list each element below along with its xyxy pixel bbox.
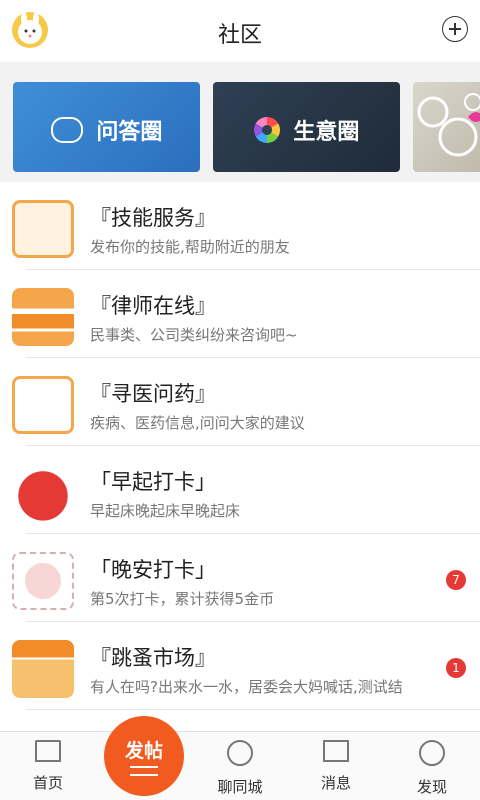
tab-label: 消息	[320, 774, 351, 792]
tab-home[interactable]: 首页	[8, 740, 88, 793]
books-icon	[12, 288, 74, 346]
tab-label: 聊同城	[217, 778, 263, 796]
shop-icon	[12, 640, 74, 698]
banner-carousel[interactable]: 问答圈 生意圈	[0, 62, 480, 182]
list-item-night-checkin[interactable]: 「晚安打卡」 第5次打卡，累计获得5金币 7	[0, 534, 480, 622]
list-item-flea-market[interactable]: 『跳蚤市场』 有人在吗?出来水一水，居委会大妈喊话,测试结 1	[0, 622, 480, 710]
home-icon	[35, 740, 61, 762]
banner-label: 生意圈	[293, 120, 360, 145]
decor-image	[417, 93, 480, 157]
item-desc: 发布你的技能,帮助附近的朋友	[90, 238, 290, 256]
banner-business-circle[interactable]: 生意圈	[213, 82, 400, 172]
banner-decor[interactable]	[413, 82, 480, 172]
red-bird-icon	[12, 464, 74, 522]
item-title: 「晚安打卡」	[90, 558, 216, 582]
chat-bubble-icon	[50, 117, 83, 143]
bottom-tab-bar: 首页 聊同城 消息 发现	[0, 731, 480, 800]
menu-lines-icon	[130, 766, 158, 776]
item-title: 『技能服务』	[90, 206, 216, 230]
list-item-skill-service[interactable]: 『技能服务』 发布你的技能,帮助附近的朋友	[0, 182, 480, 270]
tab-discover[interactable]: 发现	[392, 740, 472, 797]
item-title: 「早起打卡」	[90, 470, 216, 494]
compass-icon	[419, 740, 445, 766]
medicine-icon	[12, 376, 74, 434]
list-item-early-checkin[interactable]: 「早起打卡」 早起床晚起床早晚起床	[0, 446, 480, 534]
tab-label: 发现	[416, 778, 447, 796]
item-title: 『跳蚤市场』	[90, 646, 216, 670]
mail-icon	[323, 740, 349, 762]
color-wheel-icon	[253, 117, 280, 143]
tab-messages[interactable]: 消息	[296, 740, 376, 793]
tab-label: 首页	[32, 774, 63, 792]
plus-circle-icon[interactable]	[442, 16, 468, 42]
item-desc: 早起床晚起床早晚起床	[90, 502, 241, 520]
item-desc: 疾病、医药信息,问问大家的建议	[90, 414, 305, 432]
banner-qa-circle[interactable]: 问答圈	[13, 82, 200, 172]
page-title: 社区	[217, 23, 262, 48]
list-item-medical[interactable]: 『寻医问药』 疾病、医药信息,问问大家的建议	[0, 358, 480, 446]
item-desc: 民事类、公司类纠纷来咨询吧~	[90, 326, 298, 344]
city-chat-icon	[227, 740, 253, 766]
unread-badge: 1	[446, 658, 466, 678]
top-bar: 社区	[0, 0, 480, 62]
item-desc: 有人在吗?出来水一水，居委会大妈喊话,测试结	[90, 678, 403, 696]
bowtie-shirt-icon	[12, 200, 74, 258]
banner-label: 问答圈	[96, 120, 163, 145]
item-title: 『寻医问药』	[90, 382, 216, 406]
tab-city-chat[interactable]: 聊同城	[200, 740, 280, 797]
list-item-lawyer-online[interactable]: 『律师在线』 民事类、公司类纠纷来咨询吧~	[0, 270, 480, 358]
item-desc: 第5次打卡，累计获得5金币	[90, 590, 275, 608]
post-label: 发帖	[124, 740, 163, 762]
item-title: 『律师在线』	[90, 294, 216, 318]
divider	[26, 709, 480, 710]
community-list: 『技能服务』 发布你的技能,帮助附近的朋友 『律师在线』 民事类、公司类纠纷来咨…	[0, 182, 480, 710]
unread-badge: 7	[446, 570, 466, 590]
pig-icon	[12, 552, 74, 610]
post-button[interactable]: 发帖	[104, 716, 184, 796]
